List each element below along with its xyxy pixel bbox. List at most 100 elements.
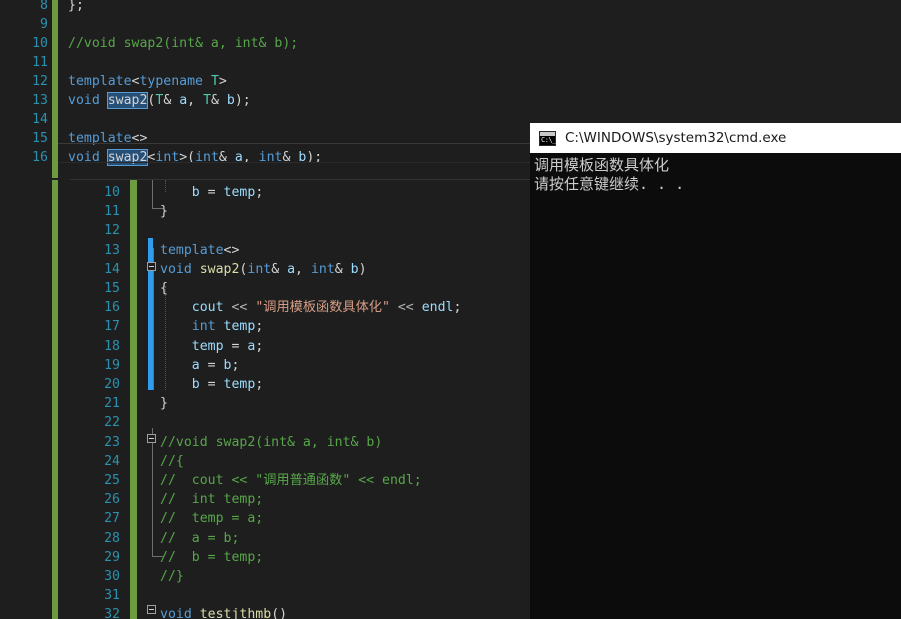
line-number: 31 [104,588,120,604]
code-token: a [179,93,188,108]
code-token: ; [453,300,462,316]
code-token: temp [223,185,256,200]
fold-toggle-icon[interactable] [147,605,156,614]
line-number: 29 [104,549,120,565]
line-number: 10 [104,185,120,200]
code-token: typename [139,74,204,89]
code-token: void [160,261,192,277]
code-token: swap2 [199,261,240,277]
code-token: ; [255,185,264,200]
code-line[interactable]: //{ [160,452,184,471]
code-token: template [160,242,224,258]
code-token: // cout << "调用普通函数" << endl; [160,473,422,488]
code-line[interactable]: b = temp; [160,183,264,202]
code-line[interactable]: { [160,279,168,298]
line-number: 30 [104,569,120,584]
change-marker-strip-inner [130,180,137,619]
code-line[interactable]: temp = a; [160,337,264,356]
code-line[interactable]: int temp; [160,317,264,336]
code-token: temp [191,338,224,354]
code-token: & [211,93,227,108]
code-line[interactable]: void testjthmb() [160,605,287,619]
change-marker-strip-top [52,0,58,178]
cmd-console-window[interactable]: C:\_ C:\WINDOWS\system32\cmd.exe 调用模板函数具… [530,123,901,619]
code-token: = [199,185,224,200]
code-line[interactable]: //void swap2(int& a, int& b); [68,34,298,53]
line-number: 21 [104,396,120,412]
line-number: 9 [40,17,48,32]
code-line[interactable]: //} [160,567,184,586]
code-token: //{ [160,453,184,469]
code-token: //} [160,569,184,584]
code-token: b [191,377,200,392]
highlighted-token: swap2 [106,92,149,109]
line-number: 19 [104,357,120,373]
code-token: int [247,261,272,277]
code-token: = [199,357,224,373]
code-line[interactable]: template<> [160,241,239,260]
code-token: cout [191,300,224,316]
line-number: 14 [104,261,120,277]
line-number: 15 [104,281,120,296]
code-line[interactable]: template<typename T> [68,72,227,91]
code-line[interactable]: } [160,394,168,413]
fold-toggle-icon[interactable] [147,262,156,271]
console-titlebar[interactable]: C:\_ C:\WINDOWS\system32\cmd.exe [530,123,901,153]
code-token: & [163,93,180,108]
code-token: a [287,261,296,277]
code-token: & [334,261,351,277]
code-token: void [68,93,100,108]
line-number: 8 [40,0,48,13]
line-number: 28 [104,530,120,546]
code-token: ; [255,377,264,392]
code-token: > [218,74,227,89]
code-token: = [223,338,248,354]
console-output-line: 请按任意键继续. . . [534,175,685,193]
code-line[interactable]: // b = temp; [160,548,263,567]
code-token: endl [421,300,454,316]
console-output-line: 调用模板函数具体化 [534,156,670,174]
code-line[interactable]: void swap2(int& a, int& b) [160,260,367,279]
code-line[interactable]: template<> [68,129,147,148]
code-token: b [191,185,200,200]
line-number: 14 [32,112,48,127]
code-token: "调用模板函数具体化" [255,300,390,316]
code-token: { [160,281,168,296]
line-number: 26 [104,492,120,508]
code-token: //void swap2(int& a, int& b) [160,434,383,450]
code-token: <> [223,242,240,258]
code-line[interactable]: //void swap2(int& a, int& b) [160,433,382,452]
application-window: 8}; 9 10 //void swap2(int& a, int& b); 11 12 t… [0,0,901,619]
code-line[interactable]: // cout << "调用普通函数" << endl; [160,471,422,490]
code-line[interactable]: // a = b; [160,529,239,548]
code-line[interactable]: // int temp; [160,490,263,509]
code-token: } [160,396,168,412]
code-line[interactable]: b = temp; [160,375,264,394]
line-number: 12 [104,223,120,239]
code-token: , [295,261,311,277]
code-token: = [199,377,224,392]
line-number: 16 [104,300,120,316]
fold-toggle-icon[interactable] [147,434,156,443]
code-token: // temp = a; [160,511,264,527]
code-line[interactable]: a = b; [160,356,240,375]
cmd-icon-label: C:\_ [541,135,556,144]
code-line[interactable]: cout << "调用模板函数具体化" << endl; [160,298,462,317]
code-line[interactable]: // temp = a; [160,509,263,528]
code-line[interactable]: } [160,202,168,221]
line-number: 32 [104,607,120,619]
code-token: T [203,93,212,108]
code-line[interactable]: void swap2(T& a, T& b); [68,91,251,110]
code-token: a [191,357,200,373]
line-number: 12 [32,74,48,89]
code-line[interactable]: }; [68,0,84,15]
code-line[interactable]: void swap2<int>(int& a, int& b); [68,148,322,167]
line-number: 18 [104,338,120,354]
